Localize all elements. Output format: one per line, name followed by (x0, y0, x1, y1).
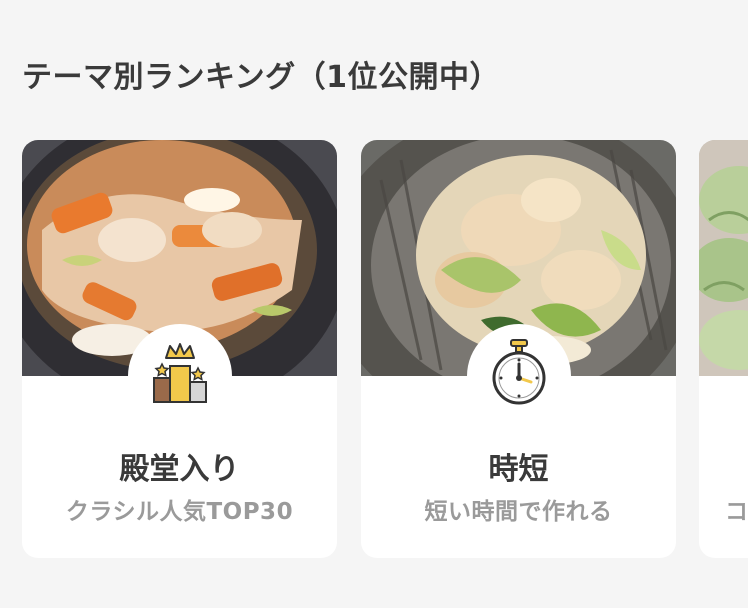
card-title: 殿堂入り (119, 452, 240, 487)
theme-card-hall-of-fame[interactable]: 殿堂入り クラシル人気TOP30 (22, 140, 337, 558)
card-subtitle: クラシル人気TOP30 (65, 499, 294, 525)
stopwatch-icon (492, 339, 545, 405)
theme-ranking-carousel[interactable]: 殿堂入り クラシル人気TOP30 時短 短い時間で作れる コ (0, 140, 748, 560)
podium-crown-icon (152, 343, 207, 403)
badge-circle (466, 324, 571, 428)
dish-photo (699, 140, 748, 376)
section-title: テーマ別ランキング（1位公開中） (22, 60, 500, 95)
theme-card-partial[interactable]: コ (699, 140, 748, 558)
badge-circle (127, 324, 232, 428)
theme-card-quick[interactable]: 時短 短い時間で作れる (361, 140, 676, 558)
card-subtitle: 短い時間で作れる (424, 499, 613, 525)
card-title: 時短 (488, 452, 549, 487)
card-subtitle: コ (725, 499, 748, 525)
